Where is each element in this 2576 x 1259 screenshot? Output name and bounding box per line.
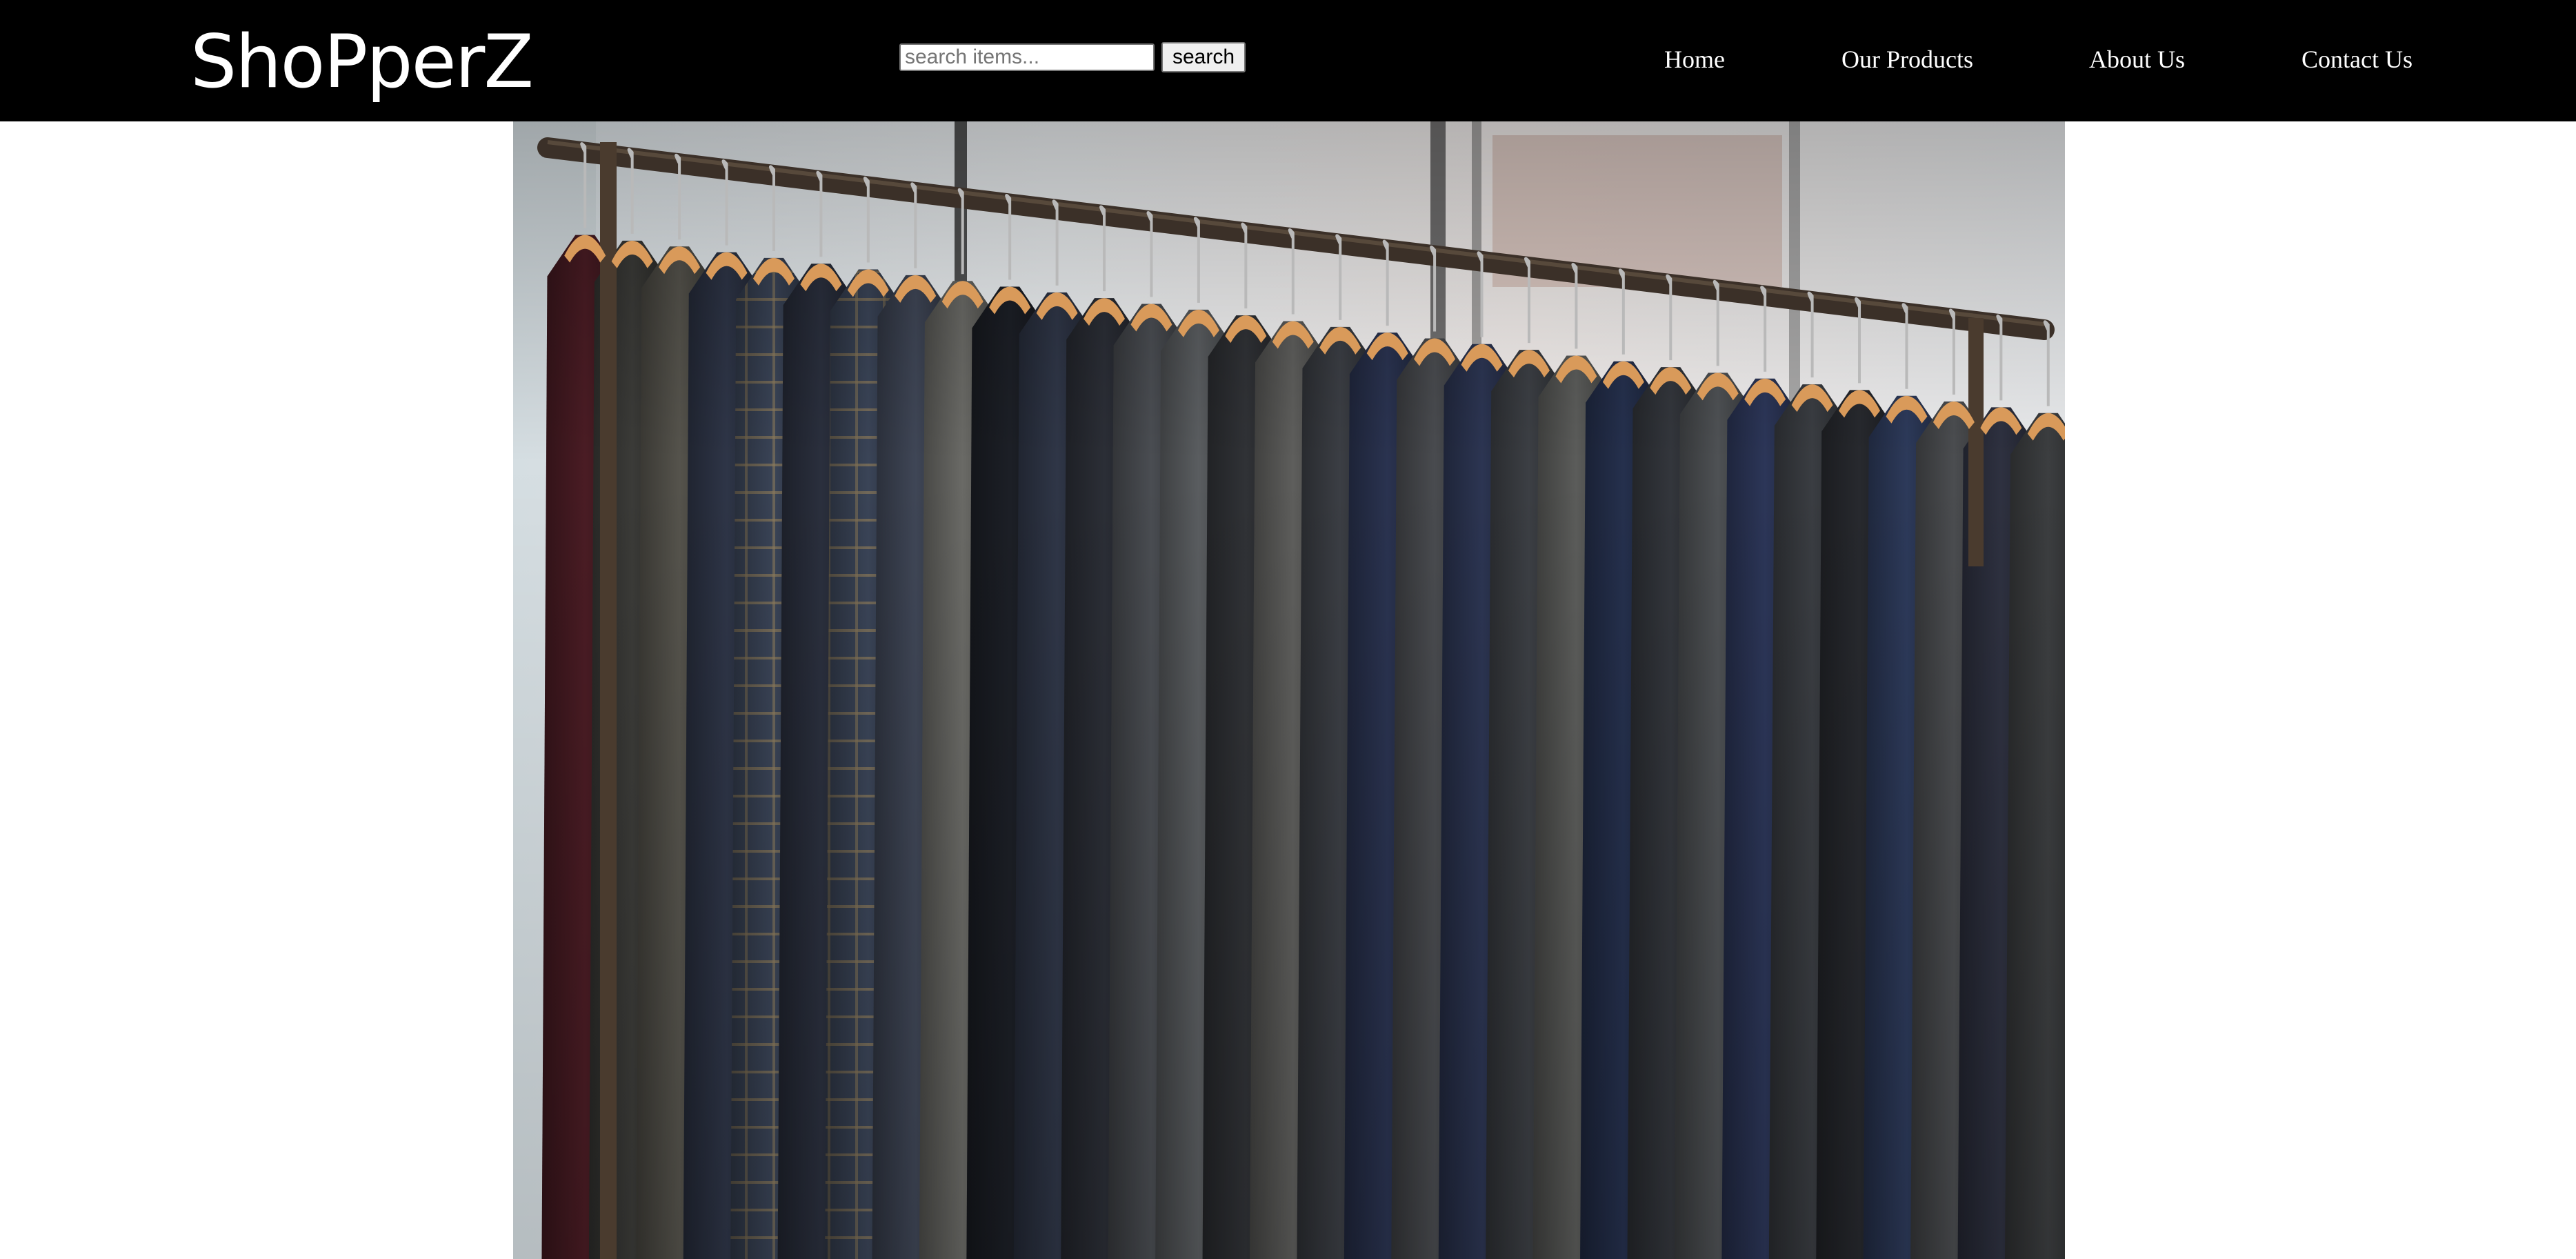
clothing-rack-illustration [513,121,2065,1259]
nav-contact-us[interactable]: Contact Us [2302,39,2413,80]
site-header: ShoPperZ search Home Our Products About … [0,0,2576,121]
main-nav: Home Our Products About Us Contact Us [0,39,2576,80]
nav-our-products[interactable]: Our Products [1841,39,1973,80]
nav-about-us[interactable]: About Us [2089,39,2185,80]
hero-image [513,121,2065,1259]
nav-home[interactable]: Home [1664,39,1725,80]
